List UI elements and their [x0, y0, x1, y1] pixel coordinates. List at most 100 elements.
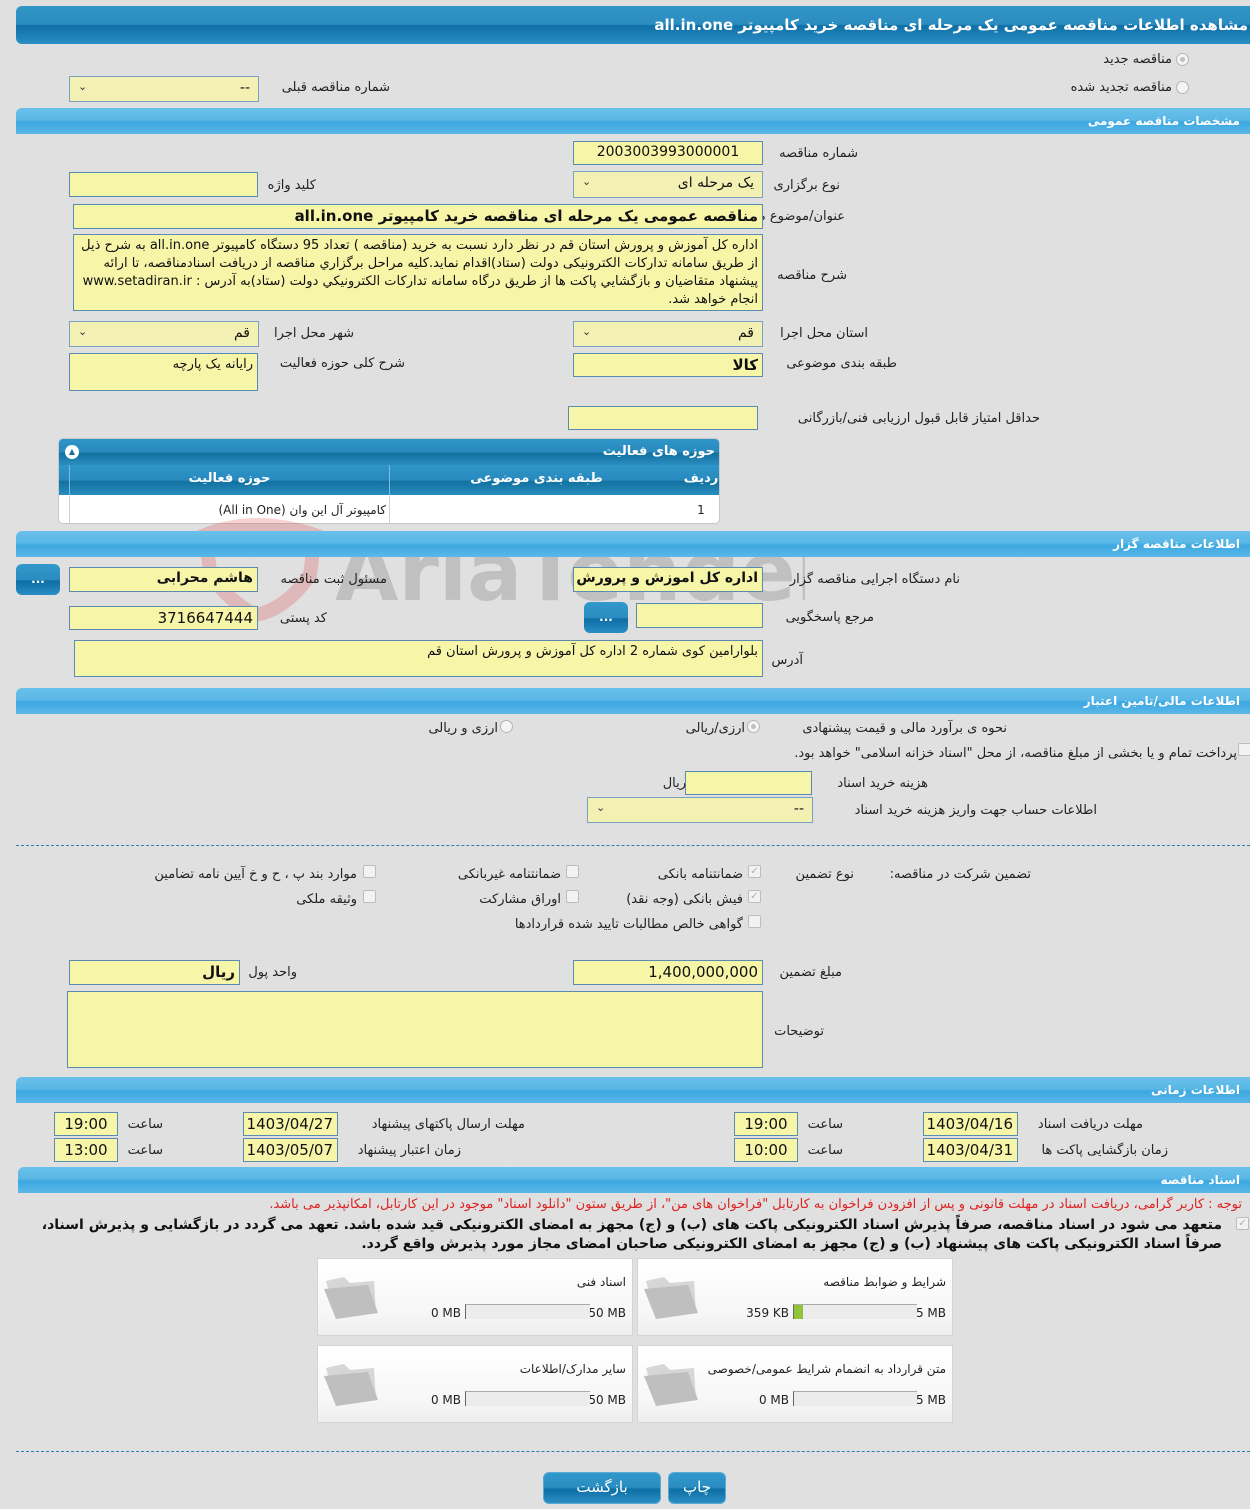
city-select[interactable]: قم ⌄ — [69, 321, 259, 347]
section-organizer: اطلاعات مناقصه گزار — [16, 531, 1250, 557]
category-field: کالا — [573, 353, 763, 377]
checkbox-bank-guarantee[interactable]: ✓ — [748, 865, 761, 878]
radio-renewed-tender-label: مناقصه تجدید شده — [1070, 80, 1172, 95]
keyword-field[interactable] — [69, 172, 258, 197]
activity-desc-label: شرح کلی حوزه فعالیت — [279, 356, 405, 371]
divider — [16, 1451, 1250, 1452]
doc-fee-label: هزینه خرید اسناد — [837, 776, 928, 791]
table-row: 1 کامپیوتر آل این وان (All in One) — [59, 495, 719, 523]
cell-activity: کامپیوتر آل این وان (All in One) — [69, 495, 389, 523]
min-score-field — [568, 406, 758, 430]
cell-category — [389, 495, 683, 523]
currency-field: ریال — [69, 960, 240, 985]
radio-rial-or-currency[interactable] — [747, 720, 760, 733]
bid-submit-deadline-label: مهلت ارسال پاکتهای پیشنهاد — [371, 1117, 525, 1132]
doc-card-other[interactable]: سایر مدارک/اطلاعات 50 MB 0 MB — [317, 1345, 633, 1423]
activities-table-header: ردیف طبقه بندی موضوعی حوزه فعالیت — [59, 465, 719, 495]
section-documents: اسناد مناقصه — [18, 1167, 1250, 1193]
treasury-checkbox[interactable] — [1238, 743, 1250, 756]
doc-current-size: 0 MB — [758, 1393, 789, 1407]
doc-card-technical[interactable]: اسناد فنی 50 MB 0 MB — [317, 1258, 633, 1336]
bid-submit-deadline-date: 1403/04/27 — [243, 1112, 338, 1136]
activities-panel-title: حوزه های فعالیت — [602, 444, 715, 459]
doc-max-size: 5 MB — [915, 1306, 946, 1320]
reference-label: مرجع پاسخگویی — [785, 610, 874, 625]
chevron-down-icon: ⌄ — [596, 801, 606, 814]
folder-icon — [644, 1364, 698, 1406]
doc-card-conditions[interactable]: شرایط و ضوابط مناقصه 5 MB 359 KB — [637, 1258, 953, 1336]
province-select[interactable]: قم ⌄ — [573, 321, 763, 347]
commitment-text: متعهد می شود در اسناد مناقصه، صرفاً پذیر… — [41, 1217, 1222, 1252]
notes-label: توضیحات — [774, 1024, 824, 1039]
checkbox-bank-receipt[interactable]: ✓ — [748, 890, 761, 903]
folder-icon — [324, 1277, 378, 1319]
documents-notice: توجه : کاربر گرامی، دریافت اسناد در مهلت… — [269, 1197, 1242, 1212]
back-button[interactable]: بازگشت — [543, 1472, 661, 1504]
city-label: شهر محل اجرا — [274, 326, 354, 341]
cell-row-number: 1 — [697, 503, 705, 517]
registrar-lookup-button[interactable]: ... — [16, 564, 60, 595]
doc-fee-field — [685, 771, 812, 795]
participation-bonds-label: اوراق مشارکت — [479, 892, 561, 907]
province-value: قم — [737, 325, 754, 341]
guarantee-type-label: نوع تضمین — [795, 867, 854, 882]
divider — [16, 845, 1250, 846]
section-general: مشخصات مناقصه عمومی — [16, 108, 1250, 134]
section-timing: اطلاعات زمانی — [16, 1077, 1250, 1103]
doc-progress-bar — [793, 1391, 917, 1406]
activities-panel-header: حوزه های فعالیت ▲ — [59, 439, 719, 465]
checkbox-nonbank-guarantee[interactable] — [566, 865, 579, 878]
account-info-label: اطلاعات حساب جهت واریز هزینه خرید اسناد — [854, 803, 1097, 818]
holding-type-label: نوع برگزاری — [773, 178, 840, 193]
reference-lookup-button[interactable]: ... — [584, 602, 628, 633]
radio-new-tender-label: مناقصه جدید — [1103, 52, 1172, 67]
keyword-label: کلید واژه — [267, 178, 316, 193]
doc-fee-unit: ریال — [662, 776, 686, 791]
holding-type-value: یک مرحله ای — [677, 175, 754, 191]
radio-currency-and-rial-label: ارزی و ریالی — [428, 721, 498, 736]
currency-label: واحد پول — [248, 965, 297, 980]
registrar-field: هاشم محرابی — [69, 567, 258, 592]
activities-panel: حوزه های فعالیت ▲ ردیف طبقه بندی موضوعی … — [58, 438, 720, 524]
radio-renewed-tender[interactable] — [1176, 81, 1189, 94]
checkbox-participation-bonds[interactable] — [566, 890, 579, 903]
doc-progress-bar — [465, 1304, 590, 1319]
doc-card-contract[interactable]: متن قرارداد به انضمام شرایط عمومی/خصوصی … — [637, 1345, 953, 1423]
org-name-field: اداره کل اموزش و پرورش اس — [573, 567, 763, 592]
tender-number-label: شماره مناقصه — [779, 146, 858, 161]
opening-time: 10:00 — [734, 1138, 798, 1162]
min-score-label: حداقل امتیاز قابل قبول ارزیابی فنی/بازرگ… — [797, 411, 1040, 426]
account-info-value: -- — [793, 801, 804, 817]
folder-icon — [324, 1364, 378, 1406]
hour-label: ساعت — [807, 1117, 843, 1132]
bid-submit-deadline-time: 19:00 — [54, 1112, 118, 1136]
registrar-label: مسئول ثبت مناقصه — [280, 572, 387, 587]
doc-receipt-deadline-date: 1403/04/16 — [923, 1112, 1018, 1136]
print-button[interactable]: چاپ — [668, 1472, 726, 1504]
property-collateral-label: وثیقه ملکی — [296, 892, 357, 907]
opening-time-label: زمان بازگشایی پاکت ها — [1041, 1143, 1168, 1158]
checkbox-regulation-items[interactable] — [363, 865, 376, 878]
checkbox-property-collateral[interactable] — [363, 890, 376, 903]
doc-progress-fill — [794, 1305, 803, 1319]
guarantee-amount-field: 1,400,000,000 — [573, 960, 763, 985]
description-label: شرح مناقصه — [777, 268, 847, 283]
bid-validity-label: زمان اعتبار پیشنهاد — [357, 1143, 461, 1158]
previous-number-select[interactable]: -- ⌄ — [69, 76, 259, 102]
doc-current-size: 0 MB — [430, 1306, 461, 1320]
page-title: مشاهده اطلاعات مناقصه عمومی یک مرحله ای … — [16, 6, 1250, 44]
chevron-down-icon: ⌄ — [78, 325, 88, 338]
column-header-row: ردیف — [683, 471, 719, 486]
account-info-select[interactable]: -- ⌄ — [587, 797, 813, 823]
tender-number-field: 2003003993000001 — [573, 141, 763, 165]
doc-progress-bar — [793, 1304, 917, 1319]
bank-receipt-label: فیش بانکی (وجه نقد) — [626, 892, 743, 907]
doc-current-size: 0 MB — [430, 1393, 461, 1407]
postal-code-field: 3716647444 — [69, 606, 258, 630]
doc-receipt-deadline-label: مهلت دریافت اسناد — [1037, 1117, 1143, 1132]
holding-type-select[interactable]: یک مرحله ای ⌄ — [573, 171, 763, 198]
checkbox-claims-certificate[interactable] — [748, 915, 761, 928]
radio-currency-and-rial[interactable] — [500, 720, 513, 733]
radio-new-tender[interactable] — [1176, 53, 1189, 66]
collapse-icon[interactable]: ▲ — [65, 445, 79, 459]
